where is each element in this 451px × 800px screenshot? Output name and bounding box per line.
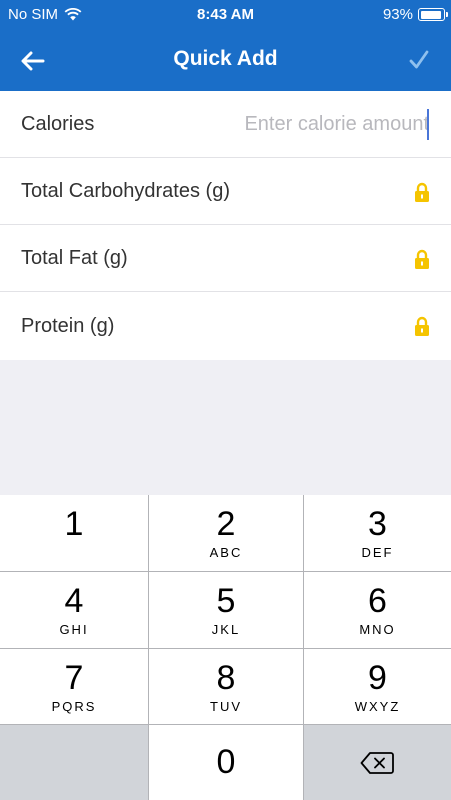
key-letters: PQRS	[51, 699, 97, 714]
key-0[interactable]: 0	[149, 725, 303, 800]
key-6[interactable]: 6 MNO	[304, 572, 451, 648]
key-letters: TUV	[210, 699, 242, 714]
status-right: 93%	[382, 6, 448, 23]
keypad-divider	[303, 495, 304, 800]
key-digit: 9	[368, 659, 387, 697]
key-7[interactable]: 7 PQRS	[0, 649, 148, 724]
page-title: Quick Add	[173, 47, 278, 70]
calories-input[interactable]	[199, 106, 429, 142]
key-letters: WXYZ	[354, 699, 401, 714]
carbs-label: Total Carbohydrates (g)	[21, 179, 230, 202]
key-8[interactable]: 8 TUV	[149, 649, 303, 724]
delete-key[interactable]	[304, 725, 451, 800]
lock-icon	[415, 316, 429, 336]
checkmark-icon	[409, 50, 429, 69]
protein-row: Protein (g)	[0, 292, 451, 360]
app-header: No SIM 8:43 AM 93% Quick Add	[0, 0, 451, 91]
backspace-icon	[360, 752, 394, 774]
fat-row: Total Fat (g)	[0, 225, 451, 292]
lock-icon	[415, 249, 429, 269]
key-1[interactable]: 1	[0, 495, 148, 571]
text-cursor	[427, 109, 429, 140]
key-3[interactable]: 3 DEF	[304, 495, 451, 571]
key-digit: 1	[64, 505, 84, 543]
protein-label: Protein (g)	[21, 314, 115, 337]
key-digit: 4	[64, 582, 84, 620]
confirm-button[interactable]	[405, 46, 433, 74]
lock-icon	[415, 182, 429, 202]
fat-label: Total Fat (g)	[21, 246, 128, 269]
key-letters: JKL	[211, 622, 241, 637]
key-digit: 3	[368, 505, 387, 543]
calories-row[interactable]: Calories	[0, 91, 451, 158]
keypad-divider	[148, 495, 149, 800]
key-letters: GHI	[59, 622, 89, 637]
key-digit: 2	[216, 505, 236, 543]
keypad-divider	[0, 648, 451, 649]
quick-add-form: Calories Total Carbohydrates (g) Total F…	[0, 91, 451, 360]
status-bar: No SIM 8:43 AM 93%	[0, 0, 451, 30]
key-digit: 5	[216, 582, 236, 620]
key-2[interactable]: 2 ABC	[149, 495, 303, 571]
key-4[interactable]: 4 GHI	[0, 572, 148, 648]
key-9[interactable]: 9 WXYZ	[304, 649, 451, 724]
battery-percent: 93%	[382, 6, 413, 23]
keypad-divider	[0, 571, 451, 572]
key-letters: DEF	[361, 545, 394, 560]
nav-bar: Quick Add	[0, 30, 451, 91]
numeric-keypad: 1 2 ABC 3 DEF 4 GHI 5 JKL 6 MNO 7 PQRS 8…	[0, 495, 451, 800]
battery-icon	[418, 8, 448, 21]
key-digit: 6	[368, 582, 387, 620]
key-digit: 0	[216, 743, 236, 781]
battery-level	[420, 10, 441, 19]
key-5[interactable]: 5 JKL	[149, 572, 303, 648]
key-blank	[0, 725, 148, 800]
key-letters: MNO	[359, 622, 396, 637]
calories-label: Calories	[21, 112, 95, 135]
carbs-row: Total Carbohydrates (g)	[0, 158, 451, 225]
key-digit: 8	[216, 659, 236, 697]
keypad-divider	[0, 724, 451, 725]
key-letters: ABC	[209, 545, 243, 560]
key-digit: 7	[64, 659, 84, 697]
